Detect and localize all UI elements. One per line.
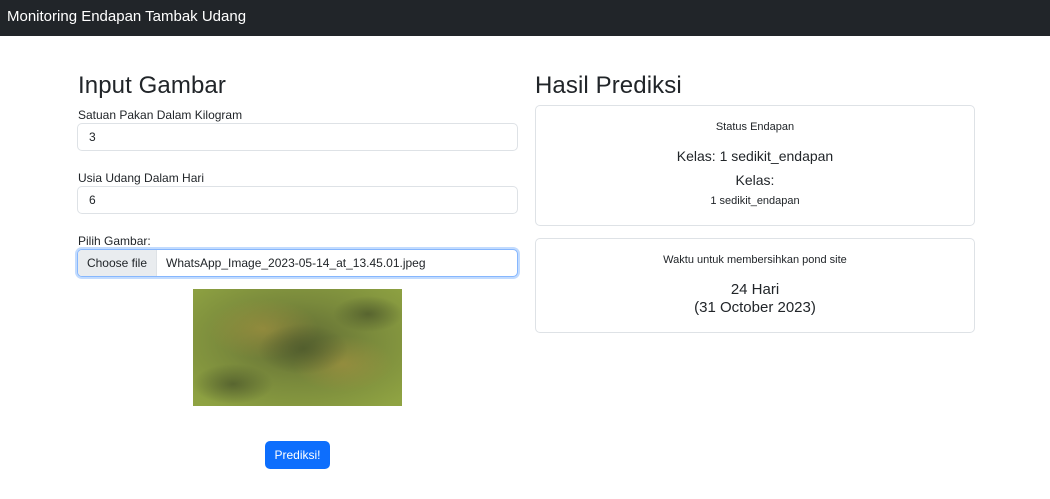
predict-button[interactable]: Prediksi! bbox=[265, 441, 330, 469]
age-input[interactable] bbox=[77, 186, 518, 214]
status-class-line: Kelas: 1 sedikit_endapan bbox=[676, 148, 834, 164]
result-section-title: Hasil Prediksi bbox=[535, 72, 682, 99]
feed-label: Satuan Pakan Dalam Kilogram bbox=[78, 108, 243, 122]
navbar: Monitoring Endapan Tambak Udang bbox=[0, 0, 1050, 36]
feed-input[interactable] bbox=[77, 123, 518, 151]
status-class-value: 1 sedikit_endapan bbox=[710, 195, 800, 207]
status-class-label: Kelas: bbox=[735, 172, 775, 188]
status-card: Status Endapan Kelas: 1 sedikit_endapan … bbox=[535, 105, 975, 226]
navbar-brand[interactable]: Monitoring Endapan Tambak Udang bbox=[7, 8, 246, 25]
cleaning-heading: Waktu untuk membersihkan pond site bbox=[663, 254, 847, 266]
file-name: WhatsApp_Image_2023-05-14_at_13.45.01.jp… bbox=[166, 256, 426, 270]
status-heading: Status Endapan bbox=[715, 121, 795, 133]
cleaning-date: (31 October 2023) bbox=[694, 299, 816, 316]
image-label: Pilih Gambar: bbox=[78, 234, 151, 248]
file-input[interactable]: Choose file WhatsApp_Image_2023-05-14_at… bbox=[77, 249, 518, 277]
image-preview bbox=[193, 289, 402, 406]
age-label: Usia Udang Dalam Hari bbox=[78, 171, 205, 185]
sediment-photo bbox=[193, 289, 402, 406]
cleaning-days: 24 Hari bbox=[730, 281, 780, 298]
input-section-title: Input Gambar bbox=[78, 72, 226, 99]
cleaning-time-card: Waktu untuk membersihkan pond site 24 Ha… bbox=[535, 238, 975, 333]
choose-file-button[interactable]: Choose file bbox=[78, 250, 157, 276]
